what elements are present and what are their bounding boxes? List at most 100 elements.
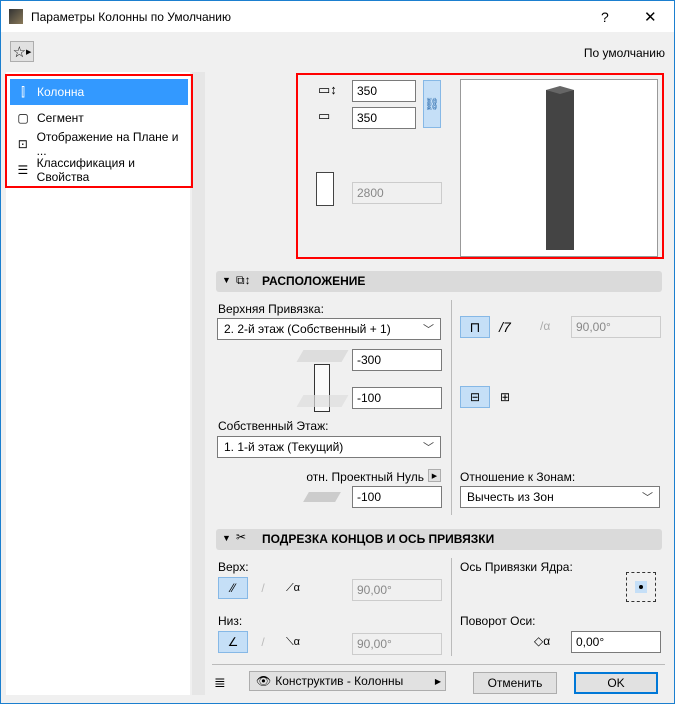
bottom-trim-custom-button[interactable]: ⟍α: [278, 631, 308, 653]
section-divider: [451, 300, 452, 515]
column-preview[interactable]: [460, 79, 658, 257]
top-offset-input[interactable]: -300: [352, 349, 442, 371]
column-wrapped-icon: ⊞: [499, 390, 511, 404]
chain-link-icon: ⛓: [424, 97, 440, 111]
sidebar-item-label: Сегмент: [37, 111, 84, 125]
width-icon: ▭↕: [318, 82, 337, 97]
home-story-label: Собственный Этаж:: [218, 419, 329, 433]
bottom-trim-angle-input: 90,00°: [352, 633, 442, 655]
depth-icon: ▭: [318, 108, 331, 123]
layers-icon: ≣: [214, 674, 226, 690]
top-trim-perpendicular-button[interactable]: /: [248, 577, 278, 599]
trim-perpendicular-icon: /: [261, 635, 265, 649]
wall-relation-embedded-button[interactable]: ⊟: [460, 386, 490, 408]
close-button[interactable]: ✕: [644, 8, 657, 26]
star-icon: ☆: [12, 43, 27, 61]
project-zero-icon: [303, 492, 341, 502]
axis-rotation-input[interactable]: 0,00°: [571, 631, 661, 653]
section-title: РАСПОЛОЖЕНИЕ: [262, 274, 366, 288]
sidebar-item-label: Классификация и Свойства: [36, 156, 135, 184]
section-trim-header[interactable]: ▼ ✂ ПОДРЕЗКА КОНЦОВ И ОСЬ ПРИВЯЗКИ: [216, 529, 662, 550]
anchor-center-point[interactable]: [635, 581, 647, 593]
preset-name: По умолчанию: [583, 46, 665, 60]
bottom-offset-input[interactable]: -100: [352, 387, 442, 409]
axis-rotation-label: Поворот Оси:: [460, 614, 536, 628]
bottom-trim-perpendicular-button[interactable]: /: [248, 631, 278, 653]
zones-dropdown[interactable]: Вычесть из Зон ﹀: [460, 486, 660, 508]
slant-angle-icon: /α: [540, 319, 551, 333]
sidebar-splitter[interactable]: [192, 72, 205, 695]
scissors-icon: ✂: [236, 530, 247, 544]
dropdown-value: 2. 2-й этаж (Собственный + 1): [224, 322, 391, 336]
column-in-wall-icon: ⊟: [469, 390, 481, 404]
eye-icon: 👁: [256, 674, 272, 688]
window-title: Параметры Колонны по Умолчанию: [31, 10, 231, 24]
vertical-column-icon: ⊓: [469, 318, 481, 335]
section-title: ПОДРЕЗКА КОНЦОВ И ОСЬ ПРИВЯЗКИ: [262, 532, 495, 546]
sidebar-item-label: Колонна: [37, 85, 85, 99]
chevron-down-icon: ﹀: [423, 324, 434, 336]
width-input[interactable]: 350: [352, 80, 416, 102]
slant-angle-input: 90,00°: [571, 316, 661, 338]
bottom-trim-label: Низ:: [218, 614, 243, 628]
slanted-column-button[interactable]: /7: [490, 316, 520, 338]
rotation-angle-icon: ◇α: [534, 634, 551, 648]
top-link-label: Верхняя Привязка:: [218, 302, 324, 316]
layer-value: Конструктив - Колонны: [275, 674, 404, 688]
project-zero-input[interactable]: -100: [352, 486, 442, 508]
trim-horizontal-icon: ∠: [227, 635, 239, 649]
core-anchor-grid[interactable]: [626, 572, 656, 602]
chevron-down-icon: ﹀: [642, 492, 653, 504]
sidebar-item-label: Отображение на Плане и ...: [36, 130, 179, 158]
chevron-down-icon: ﹀: [423, 442, 434, 454]
collapse-arrow-icon: ▼: [222, 275, 231, 285]
link-dimensions-toggle[interactable]: ⛓: [423, 80, 441, 128]
title-bar: Параметры Колонны по Умолчанию ? ✕: [1, 1, 674, 32]
height-icon: [316, 172, 334, 206]
ok-button[interactable]: OK: [574, 672, 658, 694]
top-trim-label: Верх:: [218, 560, 249, 574]
top-trim-horizontal-button[interactable]: ⁄⁄: [218, 577, 248, 599]
project-zero-menu-button[interactable]: ▶: [428, 469, 441, 482]
cancel-button[interactable]: Отменить: [473, 672, 557, 694]
footer-divider: [212, 664, 665, 665]
core-anchor-label: Ось Привязки Ядра:: [460, 560, 573, 574]
dropdown-value: Вычесть из Зон: [467, 490, 554, 504]
trim-angle-icon: ⟍α: [285, 635, 301, 648]
floor-plan-icon: ⊡: [17, 137, 28, 151]
sidebar-item-classification[interactable]: ☰ Классификация и Свойства: [10, 156, 188, 184]
sidebar-item-floor-plan[interactable]: ⊡ Отображение на Плане и ...: [10, 130, 188, 158]
column-icon: ⫿: [21, 84, 25, 99]
layer-selector[interactable]: 👁 Конструктив - Колонны ▶: [249, 671, 446, 691]
slanted-column-icon: /7: [499, 319, 511, 335]
section-divider: [451, 558, 452, 656]
trim-horizontal-icon: ⁄⁄: [230, 581, 235, 595]
help-button[interactable]: ?: [601, 9, 609, 25]
placement-icon: ⧉↕: [236, 273, 251, 287]
section-placement-header[interactable]: ▼ ⧉↕ РАСПОЛОЖЕНИЕ: [216, 271, 662, 292]
segment-icon: ▢: [17, 111, 29, 125]
sidebar-item-column[interactable]: ⫿ Колонна: [10, 79, 188, 105]
vertical-column-button[interactable]: ⊓: [460, 316, 490, 338]
depth-input[interactable]: 350: [352, 107, 416, 129]
column-3d-model: [546, 90, 574, 250]
triangle-right-icon: ▶: [434, 676, 441, 686]
collapse-arrow-icon: ▼: [222, 533, 231, 543]
trim-perpendicular-icon: /: [261, 581, 265, 595]
document-icon: ☰: [17, 163, 29, 177]
trim-angle-icon: ⟋α: [285, 581, 301, 594]
home-story-dropdown[interactable]: 1. 1-й этаж (Текущий) ﹀: [217, 436, 441, 458]
wall-relation-wrapped-button[interactable]: ⊞: [490, 386, 520, 408]
top-trim-custom-button[interactable]: ⟋α: [278, 577, 308, 599]
dropdown-value: 1. 1-й этаж (Текущий): [224, 440, 344, 454]
triangle-right-icon: ▶: [431, 472, 438, 480]
bottom-trim-horizontal-button[interactable]: ∠: [218, 631, 248, 653]
height-input: 2800: [352, 182, 442, 204]
zones-label: Отношение к Зонам:: [460, 470, 576, 484]
favorites-button[interactable]: ☆ ▶: [10, 41, 34, 62]
top-link-dropdown[interactable]: 2. 2-й этаж (Собственный + 1) ﹀: [217, 318, 441, 340]
project-zero-label: отн. Проектный Нуль: [306, 470, 424, 484]
app-logo-icon: [9, 9, 23, 24]
sidebar-item-segment[interactable]: ▢ Сегмент: [10, 105, 188, 131]
top-trim-angle-input: 90,00°: [352, 579, 442, 601]
